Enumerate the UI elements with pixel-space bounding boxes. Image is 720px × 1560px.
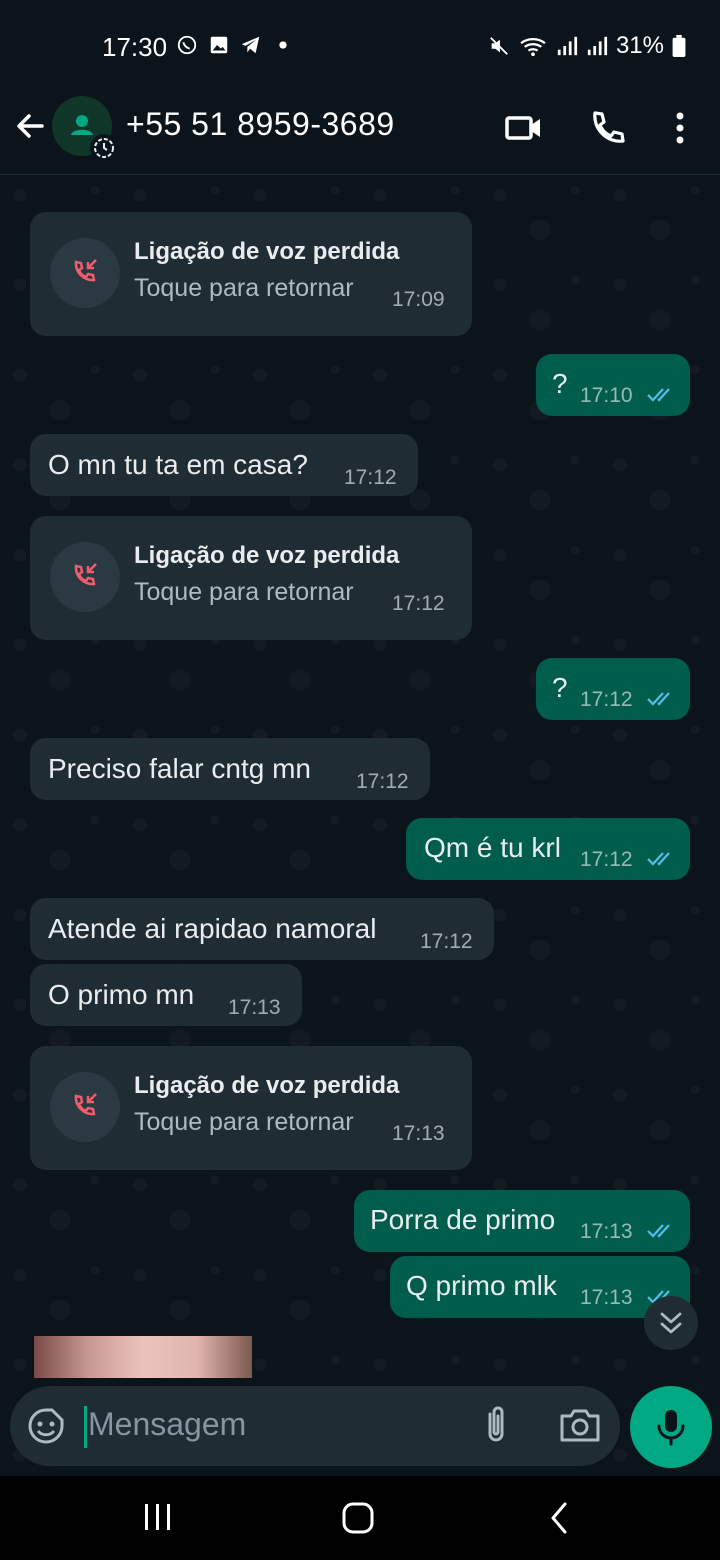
read-ticks-icon <box>647 388 670 402</box>
mute-icon <box>490 37 508 55</box>
incoming-message[interactable]: O primo mn 17:13 <box>30 964 302 1026</box>
more-options-icon[interactable] <box>658 106 702 150</box>
signal-icon <box>587 36 608 56</box>
status-bar: 17:30 31% <box>0 0 720 92</box>
message-time: 17:12 <box>580 688 633 711</box>
message-text: Porra de primo <box>370 1204 556 1235</box>
call-title: Ligação de voz perdida <box>134 1072 400 1099</box>
incoming-message[interactable]: Preciso falar cntg mn 17:12 <box>30 738 430 800</box>
sticker-emoji-icon[interactable] <box>26 1406 66 1446</box>
outgoing-message[interactable]: Porra de primo 17:13 <box>354 1190 690 1252</box>
battery-icon <box>672 35 686 57</box>
missed-call-icon <box>50 238 120 308</box>
message-text: ? <box>552 368 568 399</box>
wifi-icon <box>520 37 546 57</box>
message-composer: Mensagem <box>10 1386 620 1466</box>
system-navigation-bar <box>0 1476 720 1560</box>
missed-call-icon <box>50 1072 120 1142</box>
message-text: O primo mn <box>48 979 195 1010</box>
message-time: 17:10 <box>580 384 633 407</box>
message-time: 17:13 <box>580 1286 633 1309</box>
message-text: Preciso falar cntg mn <box>48 753 311 784</box>
read-ticks-icon <box>647 852 670 866</box>
missed-call-bubble[interactable]: Ligação de voz perdida Toque para retorn… <box>30 1046 472 1170</box>
recent-apps-icon[interactable] <box>138 1498 178 1538</box>
image-message-thumbnail[interactable] <box>34 1336 252 1378</box>
double-chevron-down-icon <box>660 1312 682 1334</box>
message-time: 17:13 <box>228 996 281 1019</box>
missed-call-bubble[interactable]: Ligação de voz perdida Toque para retorn… <box>30 212 472 336</box>
status-time: 17:30 <box>102 32 168 62</box>
chat-header: +55 51 8959-3689 <box>0 92 720 175</box>
message-text: Q primo mlk <box>406 1270 557 1301</box>
signal-icon <box>557 36 578 56</box>
voice-call-icon[interactable] <box>584 106 628 150</box>
video-call-icon[interactable] <box>502 106 546 150</box>
outgoing-message[interactable]: Qm é tu krl 17:12 <box>406 818 690 880</box>
message-text: Atende ai rapidao namoral <box>48 913 377 944</box>
outgoing-message[interactable]: ? 17:10 <box>536 354 690 416</box>
call-title: Ligação de voz perdida <box>134 238 400 265</box>
message-text: Qm é tu krl <box>424 832 561 863</box>
dot-icon <box>279 41 287 49</box>
back-icon[interactable] <box>540 1498 580 1538</box>
missed-call-bubble[interactable]: Ligação de voz perdida Toque para retorn… <box>30 516 472 640</box>
message-text: ? <box>552 672 568 703</box>
voice-record-button[interactable] <box>630 1386 712 1468</box>
incoming-message[interactable]: Atende ai rapidao namoral 17:12 <box>30 898 494 960</box>
scroll-to-bottom-button[interactable] <box>644 1296 698 1350</box>
disappearing-timer-icon <box>90 134 118 162</box>
read-ticks-icon <box>647 692 670 706</box>
call-subtitle: Toque para retornar <box>134 274 354 302</box>
outgoing-message[interactable]: ? 17:12 <box>536 658 690 720</box>
attach-icon[interactable] <box>478 1404 514 1446</box>
call-subtitle: Toque para retornar <box>134 578 354 606</box>
message-time: 17:13 <box>392 1122 445 1145</box>
microphone-icon <box>657 1410 685 1446</box>
back-arrow-icon[interactable] <box>12 108 48 144</box>
whatsapp-icon <box>177 35 197 55</box>
message-time: 17:13 <box>580 1220 633 1243</box>
camera-icon[interactable] <box>558 1406 602 1446</box>
message-text: O mn tu ta em casa? <box>48 449 308 480</box>
message-time: 17:12 <box>420 930 473 953</box>
home-icon[interactable] <box>338 1498 378 1538</box>
incoming-message[interactable]: O mn tu ta em casa? 17:12 <box>30 434 418 496</box>
message-time: 17:09 <box>392 288 445 311</box>
read-ticks-icon <box>647 1224 670 1238</box>
message-time: 17:12 <box>580 848 633 871</box>
message-time: 17:12 <box>392 592 445 615</box>
message-input[interactable]: Mensagem <box>88 1406 246 1443</box>
battery-percent: 31% <box>615 32 664 59</box>
message-time: 17:12 <box>344 466 397 489</box>
message-time: 17:12 <box>356 770 409 793</box>
call-title: Ligação de voz perdida <box>134 542 400 569</box>
telegram-icon <box>241 36 260 54</box>
contact-name[interactable]: +55 51 8959-3689 <box>126 106 395 143</box>
gallery-icon <box>210 36 228 54</box>
missed-call-icon <box>50 542 120 612</box>
call-subtitle: Toque para retornar <box>134 1108 354 1136</box>
text-cursor <box>84 1406 87 1448</box>
